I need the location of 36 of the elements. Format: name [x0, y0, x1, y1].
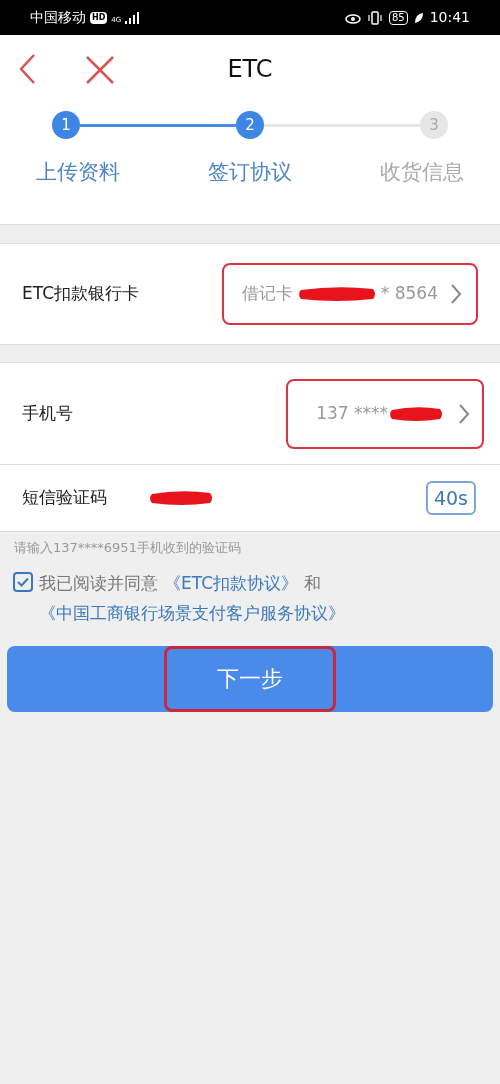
card-type: 借记卡: [241, 282, 293, 306]
signal-icon: [125, 11, 140, 24]
carrier-name: 中国移动: [30, 8, 86, 27]
close-button[interactable]: [85, 55, 115, 85]
vibrate-icon: [366, 10, 383, 25]
card-number-tail: * 8564: [380, 282, 438, 306]
agreement-joiner: 和: [304, 571, 321, 595]
eye-icon: [344, 11, 361, 24]
step-label: 收货信息: [380, 159, 464, 186]
hd-badge: HD: [90, 11, 108, 24]
step-number: 1: [52, 111, 80, 139]
battery-level: 85: [388, 10, 408, 25]
step-label: 上传资料: [36, 159, 120, 186]
step-label: 签订协议: [208, 159, 292, 186]
check-icon: [17, 576, 29, 587]
next-button[interactable]: 下一步: [164, 645, 336, 712]
phone-number: 137 ****: [316, 401, 388, 425]
back-button[interactable]: [18, 53, 36, 85]
step-number: 3: [420, 111, 448, 139]
agreement-checkbox[interactable]: [13, 571, 33, 592]
phone-selector[interactable]: 137 ****: [286, 378, 484, 449]
hint-text: 请输入137****6951手机收到的验证码: [13, 539, 242, 557]
agreement-link[interactable]: 《ETC扣款协议》: [164, 567, 298, 598]
page-title: ETC: [227, 54, 273, 85]
bank-card-selector[interactable]: 借记卡 * 8564: [222, 263, 478, 325]
chevron-right-icon: [458, 402, 470, 425]
leaf-icon: [413, 11, 424, 24]
field-label: 手机号: [22, 401, 73, 425]
agreement-link[interactable]: 《中国工商银行场景支付客户服务协议》: [39, 597, 345, 628]
step-number: 2: [236, 111, 264, 139]
chevron-right-icon: [450, 283, 462, 305]
countdown-button[interactable]: 40s: [425, 481, 476, 515]
agreement-text: 我已阅读并同意: [39, 571, 158, 595]
field-label: 短信验证码: [22, 486, 108, 510]
field-label: ETC扣款银行卡: [22, 282, 139, 306]
clock-time: 10:41: [429, 8, 470, 27]
